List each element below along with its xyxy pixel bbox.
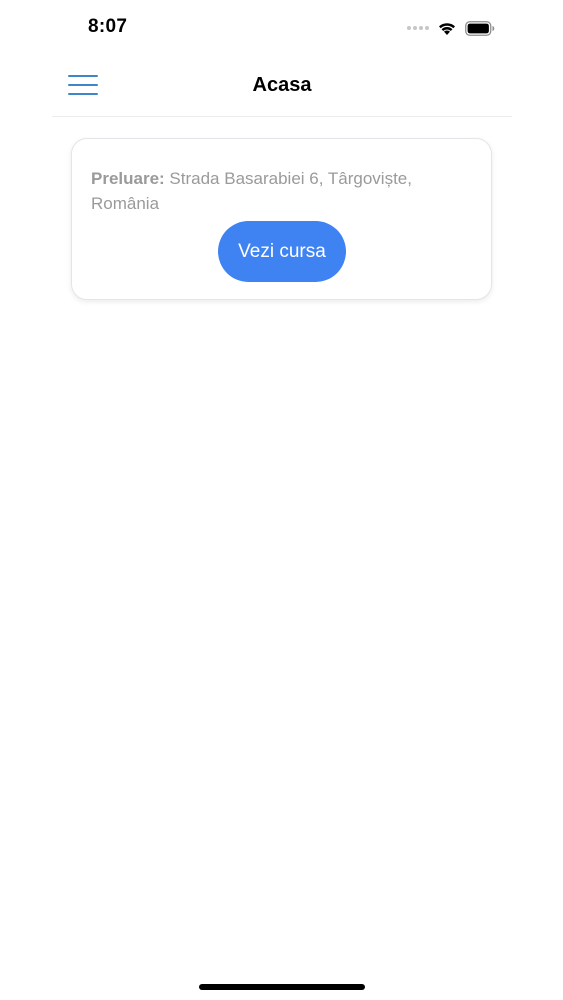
- home-indicator: [199, 984, 365, 990]
- page-title: Acasa: [252, 74, 312, 96]
- wifi-icon: [439, 23, 455, 35]
- status-icons: [407, 19, 495, 37]
- nav-bar: Acasa: [52, 56, 512, 117]
- pickup-label: Preluare:: [91, 169, 165, 188]
- pickup-info: Preluare: Strada Basarabiei 6, Târgovișt…: [91, 166, 471, 216]
- signal-dots-icon: [407, 26, 429, 30]
- view-ride-button[interactable]: Vezi cursa: [218, 221, 346, 282]
- status-bar: 8:07: [0, 0, 563, 56]
- battery-icon: [465, 20, 495, 36]
- ride-card: Preluare: Strada Basarabiei 6, Târgovișt…: [71, 138, 492, 300]
- status-time: 8:07: [88, 16, 128, 37]
